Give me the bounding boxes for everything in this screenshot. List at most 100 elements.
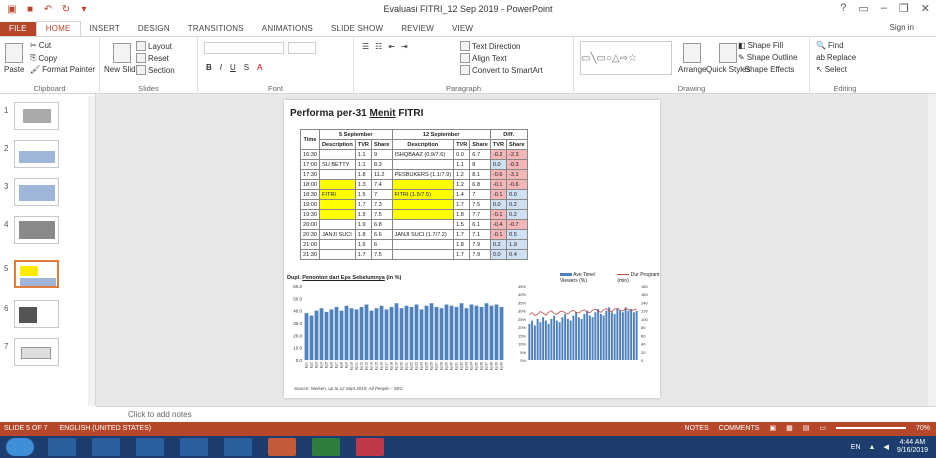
new-slide-button[interactable]: New Slide (104, 43, 140, 74)
app-taskbar-icon[interactable] (224, 438, 252, 456)
comments-button[interactable]: COMMENTS (719, 425, 760, 432)
tab-animations[interactable]: ANIMATIONS (253, 22, 322, 36)
ribbon-display-icon[interactable]: ▭ (858, 2, 868, 15)
table-cell: 21:00 (300, 239, 320, 250)
slide-title[interactable]: Performa per-31 Menit FITRI (290, 108, 423, 119)
shape-outline-button[interactable]: ✎ Shape Outline (738, 53, 797, 62)
paste-button[interactable]: Paste (4, 43, 24, 74)
app2-taskbar-icon[interactable] (356, 438, 384, 456)
slide-thumbnail-2[interactable] (14, 140, 59, 168)
tab-file[interactable]: FILE (0, 22, 36, 36)
numbering-icon[interactable]: ☷ (375, 42, 382, 51)
shapes-gallery[interactable]: ▭╲▭○△⇨☆ (580, 41, 672, 75)
ratings-table[interactable]: Time 5 September 12 September Diff. Desc… (300, 129, 528, 260)
slide-thumbnail-7[interactable] (14, 338, 59, 366)
table-cell: -0.4 (489, 219, 508, 230)
table-cell: 8.3 (370, 159, 393, 170)
explorer-taskbar-icon[interactable] (48, 438, 76, 456)
slide[interactable]: Performa per-31 Menit FITRI Time 5 Septe… (284, 100, 660, 398)
maximize-icon[interactable]: ❐ (899, 2, 909, 15)
normal-view-icon[interactable]: ▣ (769, 424, 776, 432)
shadow-icon[interactable]: S (244, 63, 249, 72)
layout-button[interactable]: Layout (136, 41, 172, 51)
language-indicator[interactable]: ENGLISH (UNITED STATES) (60, 425, 152, 432)
copy-button[interactable]: ⎘ Copy (30, 53, 57, 63)
tab-insert[interactable]: INSERT (81, 22, 129, 36)
tab-slide-show[interactable]: SLIDE SHOW (322, 22, 392, 36)
input-language[interactable]: EN (851, 444, 861, 451)
canvas-scrollbar[interactable] (928, 94, 936, 406)
viewers-duration-chart[interactable]: 45% 40% 35% 30% 25% 20% 15% 10% 5% 0% 180 160 140 120… (512, 282, 658, 386)
find-button[interactable]: 🔍 Find (816, 41, 844, 50)
cut-button[interactable]: ✂ Cut (30, 41, 51, 50)
arrange-button[interactable]: Arrange (678, 43, 706, 74)
network-icon[interactable]: ▲ (869, 444, 876, 451)
indent-icon[interactable]: ⇤ (388, 42, 395, 51)
format-painter-button[interactable]: 🖌 Format Painter (30, 65, 95, 74)
reading-view-icon[interactable]: ▤ (803, 424, 810, 432)
ie-taskbar-icon[interactable] (136, 438, 164, 456)
slide-thumbnail-4[interactable] (14, 216, 59, 244)
slide-thumbnail-6[interactable] (14, 300, 59, 328)
slideshow-icon[interactable]: ▭ (819, 424, 826, 432)
table-cell (319, 199, 356, 210)
tab-home[interactable]: HOME (35, 21, 81, 36)
notes-pane[interactable]: Click to add notes (96, 406, 936, 422)
replace-button[interactable]: ab Replace (816, 53, 856, 62)
x-tick-label: Ep15 (375, 362, 379, 370)
duplication-bar-chart[interactable]: 60.050.040.030.020.010.00.0Ep1 Ep2 Ep3 Ep4 E… (286, 282, 508, 386)
zoom-level[interactable]: 70% (916, 425, 930, 432)
help-icon[interactable]: ? (840, 2, 846, 15)
tab-review[interactable]: REVIEW (392, 22, 443, 36)
font-color-icon[interactable]: A (257, 63, 262, 72)
bold-icon[interactable]: B (206, 63, 212, 72)
table-header: 12 September (391, 129, 491, 140)
chrome-taskbar-icon[interactable] (180, 438, 208, 456)
start-icon[interactable] (6, 438, 34, 456)
clock[interactable]: 4:44 AM 9/16/2019 (897, 439, 928, 455)
table-header: TVR (354, 139, 372, 150)
x-tick-label: Ep12 (360, 362, 364, 370)
slide-sorter-icon[interactable]: ▦ (786, 424, 793, 432)
section-button[interactable]: Section (136, 65, 175, 75)
table-header: Description (319, 139, 356, 150)
outdent-icon[interactable]: ⇥ (401, 42, 408, 51)
notes-button[interactable]: NOTES (685, 425, 709, 432)
convert-smartart-button[interactable]: Convert to SmartArt (460, 65, 543, 75)
table-cell: 11.2 (370, 169, 393, 180)
zoom-slider[interactable] (835, 427, 906, 429)
italic-icon[interactable]: I (220, 63, 222, 72)
minimize-icon[interactable]: – (881, 2, 887, 15)
slide-thumbnail-1[interactable] (14, 102, 59, 130)
table-cell: 1.9 (506, 239, 528, 250)
slide-thumbnail-5[interactable] (14, 260, 59, 288)
bar (561, 317, 564, 360)
close-icon[interactable]: ✕ (921, 2, 930, 15)
table-cell: -0.3 (506, 159, 528, 170)
shape-effects-button[interactable]: ◌ Shape Effects (738, 65, 794, 74)
bullets-icon[interactable]: ☰ (362, 42, 369, 51)
x-tick-label: Ep9 (345, 362, 349, 368)
underline-icon[interactable]: U (230, 63, 236, 72)
tab-design[interactable]: DESIGN (129, 22, 179, 36)
tab-view[interactable]: VIEW (443, 22, 482, 36)
font-size-select[interactable] (288, 42, 316, 54)
sign-in-link[interactable]: Sign in (890, 23, 914, 32)
shape-fill-button[interactable]: ◧ Shape Fill (738, 41, 783, 50)
table-cell: 7 (469, 189, 491, 200)
powerpoint-taskbar-icon[interactable] (268, 438, 296, 456)
select-button[interactable]: ↖ Select (816, 65, 847, 74)
excel-taskbar-icon[interactable] (312, 438, 340, 456)
table-cell: 18:30 (300, 189, 320, 200)
bar (544, 320, 547, 360)
thumbnail-scrollbar[interactable] (88, 96, 95, 406)
tab-transitions[interactable]: TRANSITIONS (179, 22, 253, 36)
volume-icon[interactable]: ◀ (883, 443, 888, 451)
font-name-select[interactable] (204, 42, 284, 54)
align-text-button[interactable]: Align Text (460, 53, 507, 63)
slide-thumbnail-3[interactable] (14, 178, 59, 206)
text-direction-button[interactable]: Text Direction (460, 41, 520, 51)
store-taskbar-icon[interactable] (92, 438, 120, 456)
table-cell: 7.5 (469, 199, 491, 210)
reset-button[interactable]: Reset (136, 53, 169, 63)
